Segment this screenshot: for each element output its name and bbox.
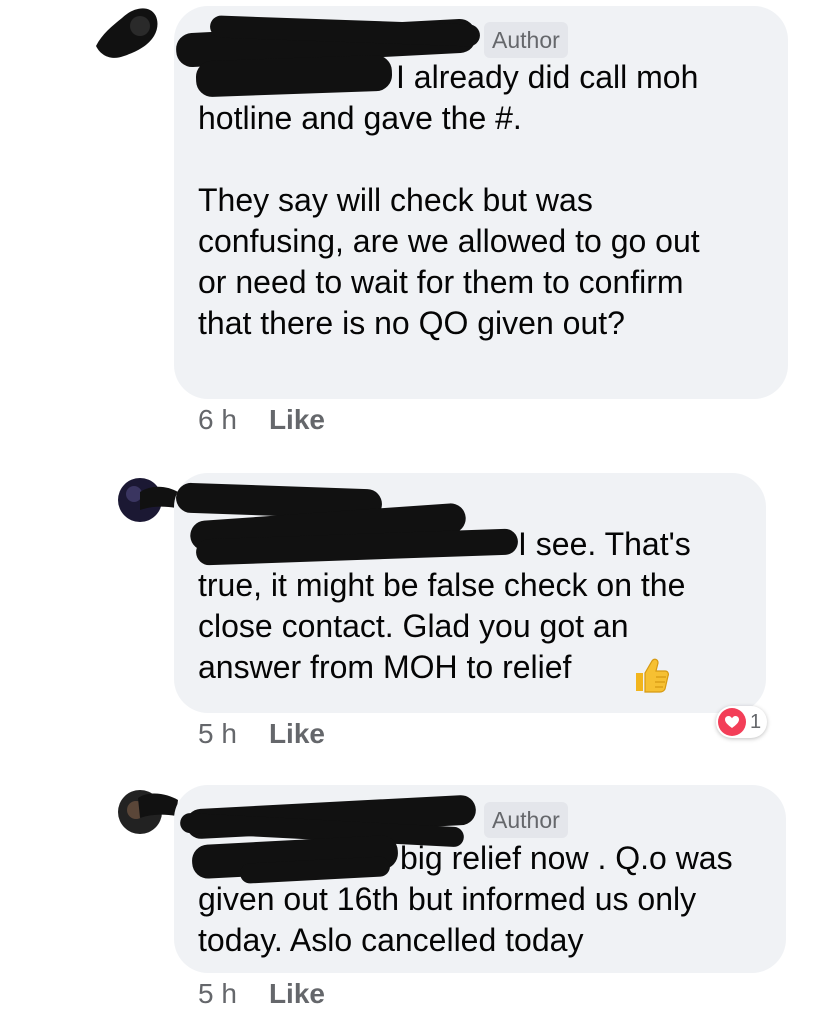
author-badge: Author bbox=[484, 22, 568, 58]
comment-text: hotline and gave the #. They say will ch… bbox=[198, 100, 700, 341]
thumbs-up-icon bbox=[630, 655, 670, 700]
heart-reaction-icon bbox=[718, 708, 746, 736]
avatar[interactable] bbox=[110, 784, 178, 840]
comment-meta: 5 h Like bbox=[198, 718, 325, 750]
comment-time: 5 h bbox=[198, 718, 237, 749]
like-button[interactable]: Like bbox=[269, 404, 325, 436]
comment-meta: 5 h Like bbox=[198, 978, 325, 1010]
reaction-badge[interactable]: 1 bbox=[716, 706, 768, 738]
comment-time: 5 h bbox=[198, 978, 237, 1009]
avatar[interactable] bbox=[110, 472, 178, 528]
comment-text-first-line: I see. That's bbox=[518, 526, 691, 562]
comment-time: 6 h bbox=[198, 404, 237, 435]
avatar-redacted-icon bbox=[96, 8, 158, 58]
reaction-count: 1 bbox=[750, 710, 762, 733]
comment-text-first-line: I already did call moh bbox=[396, 59, 699, 95]
avatar-redacted-icon bbox=[118, 478, 178, 522]
avatar-redacted-icon bbox=[118, 790, 178, 834]
author-badge: Author bbox=[484, 802, 568, 838]
comment-meta: 6 h Like bbox=[198, 404, 325, 436]
comment-text: given out 16th but informed us only toda… bbox=[198, 881, 697, 958]
comment-text: true, it might be false check on the clo… bbox=[198, 567, 686, 685]
redacted-mention bbox=[195, 54, 393, 98]
avatar[interactable] bbox=[92, 4, 158, 60]
like-button[interactable]: Like bbox=[269, 718, 325, 750]
comment-text-first-line: big relief now . Q.o was bbox=[400, 840, 733, 876]
like-button[interactable]: Like bbox=[269, 978, 325, 1010]
